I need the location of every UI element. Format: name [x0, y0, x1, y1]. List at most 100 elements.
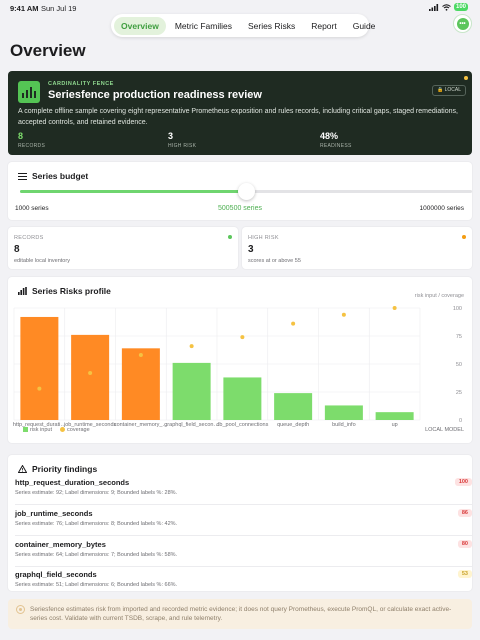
disclaimer-note: Seriesfence estimates risk from imported…	[8, 599, 472, 629]
local-badge: 🔒 LOCAL	[431, 85, 466, 96]
risk-bar	[71, 334, 110, 420]
status-dot	[228, 235, 232, 239]
finding-row[interactable]: graphql_field_seconds Series estimate: 5…	[15, 566, 472, 597]
more-icon: •••	[456, 17, 469, 30]
findings-title: Priority findings	[18, 464, 97, 474]
legend-swatch-icon	[23, 427, 28, 433]
stat-subtitle: editable local inventory	[14, 258, 70, 264]
finding-name: http_request_duration_seconds	[15, 478, 130, 487]
coverage-point	[189, 344, 194, 349]
tab-overview[interactable]: Overview	[114, 16, 166, 35]
risk-bar	[223, 377, 262, 420]
coverage-point	[88, 370, 93, 375]
risk-profile-chart: 0255075100http_request_durati…job_runtim…	[13, 306, 462, 427]
x-tick-label: queue_depth	[277, 422, 309, 427]
finding-score-badge: 53	[457, 570, 472, 578]
risk-bar	[324, 405, 363, 420]
legend-label: risk input	[30, 427, 53, 433]
tab-series-risks[interactable]: Series Risks	[241, 17, 302, 35]
coverage-point	[291, 321, 296, 326]
finding-score-badge: 100	[454, 478, 472, 486]
stat-eyebrow: RECORDS	[14, 235, 44, 241]
series-budget-title: Series budget	[18, 171, 88, 181]
y-tick-label: 75	[456, 334, 462, 340]
coverage-point	[240, 335, 245, 340]
stat-subtitle: scores at or above 55	[248, 258, 301, 264]
hero-stat-high-risk: 3 HIGH RISK	[168, 131, 196, 149]
finding-row[interactable]: http_request_duration_seconds Series est…	[15, 474, 472, 505]
app-logo-icon	[18, 81, 40, 103]
finding-name: graphql_field_seconds	[15, 570, 97, 579]
risk-bar	[375, 412, 414, 420]
sliders-icon	[18, 173, 27, 180]
x-tick-label: container_memory_…	[114, 422, 168, 427]
warning-icon	[18, 465, 27, 473]
cellular-signal-icon	[428, 3, 439, 11]
hero-description: A complete offline sample covering eight…	[18, 108, 458, 126]
hero-stat-value: 48%	[320, 131, 339, 141]
lock-icon: 🔒	[436, 87, 444, 93]
hero-stat-label: RECORDS	[18, 143, 46, 149]
y-tick-label: 100	[453, 306, 462, 312]
wifi-icon	[442, 3, 451, 11]
hero-status-dot	[464, 76, 468, 80]
hero-stat-records: 8 RECORDS	[18, 131, 45, 149]
tab-report[interactable]: Report	[304, 17, 344, 35]
local-badge-label: LOCAL	[444, 87, 461, 93]
series-budget-card: Series budget 1000 series 500500 series …	[8, 162, 472, 220]
finding-description: Series estimate: 76; Label dimensions: 8…	[15, 521, 178, 527]
status-time: 9:41 AM	[10, 4, 39, 13]
series-risks-profile-card: Series Risks profile risk input / covera…	[8, 277, 472, 443]
hero-title: Seriesfence production readiness review	[48, 89, 262, 101]
legend-dot-icon	[60, 427, 66, 433]
coverage-point	[341, 312, 346, 317]
legend-label: coverage	[67, 427, 90, 433]
slider-thumb[interactable]	[238, 183, 255, 200]
legend-item-risk-input: risk input	[23, 427, 52, 433]
local-model-label: LOCAL MODEL	[425, 427, 464, 433]
x-tick-label: db_pool_connections	[216, 422, 268, 427]
more-button[interactable]: •••	[453, 14, 472, 33]
stat-value: 3	[248, 244, 254, 255]
risk-bar	[121, 348, 160, 420]
series-budget-slider[interactable]	[20, 183, 472, 200]
hero-eyebrow: CARDINALITY FENCE	[48, 81, 114, 87]
finding-row[interactable]: container_memory_bytes Series estimate: …	[15, 536, 472, 567]
y-tick-label: 0	[459, 418, 462, 424]
risk-bar	[274, 393, 313, 420]
legend-item-coverage: coverage	[60, 427, 90, 433]
battery-icon: 100	[453, 3, 468, 11]
hero-card: CARDINALITY FENCE Seriesfence production…	[8, 71, 472, 155]
stat-eyebrow: HIGH RISK	[248, 235, 279, 241]
finding-description: Series estimate: 51; Label dimensions: 6…	[15, 582, 178, 588]
page-title: Overview	[10, 41, 86, 60]
x-tick-label: up	[392, 422, 398, 427]
hero-stat-label: READINESS	[320, 143, 352, 149]
coverage-point	[138, 353, 143, 358]
finding-description: Series estimate: 92; Label dimensions: 9…	[15, 490, 178, 496]
tab-guide[interactable]: Guide	[346, 17, 383, 35]
hero-stat-label: HIGH RISK	[168, 143, 197, 149]
y-tick-label: 50	[456, 362, 462, 368]
tab-metric-families[interactable]: Metric Families	[168, 17, 239, 35]
hero-stat-value: 8	[18, 131, 24, 141]
coverage-point	[37, 386, 42, 391]
stat-value: 8	[14, 244, 20, 255]
finding-score-badge: 80	[457, 540, 472, 548]
top-nav: Overview Metric Families Series Risks Re…	[111, 14, 375, 37]
chart-legend: risk input coverage	[23, 427, 90, 433]
x-tick-label: graphql_field_secon…	[164, 422, 219, 427]
risk-bar	[172, 362, 211, 420]
budget-current-label: 500500 series	[218, 205, 262, 212]
series-budget-title-text: Series budget	[32, 171, 89, 181]
hero-stat-value: 3	[168, 131, 174, 141]
x-tick-label: build_info	[332, 422, 356, 427]
hero-stat-readiness: 48% READINESS	[320, 131, 352, 149]
slider-fill	[20, 190, 246, 193]
disclaimer-text: Seriesfence estimates risk from imported…	[30, 606, 452, 622]
finding-name: container_memory_bytes	[15, 540, 106, 549]
finding-row[interactable]: job_runtime_seconds Series estimate: 76;…	[15, 505, 472, 536]
budget-max-label: 1000000 series	[419, 205, 464, 212]
finding-description: Series estimate: 64; Label dimensions: 7…	[15, 552, 178, 558]
y-tick-label: 25	[456, 390, 462, 396]
